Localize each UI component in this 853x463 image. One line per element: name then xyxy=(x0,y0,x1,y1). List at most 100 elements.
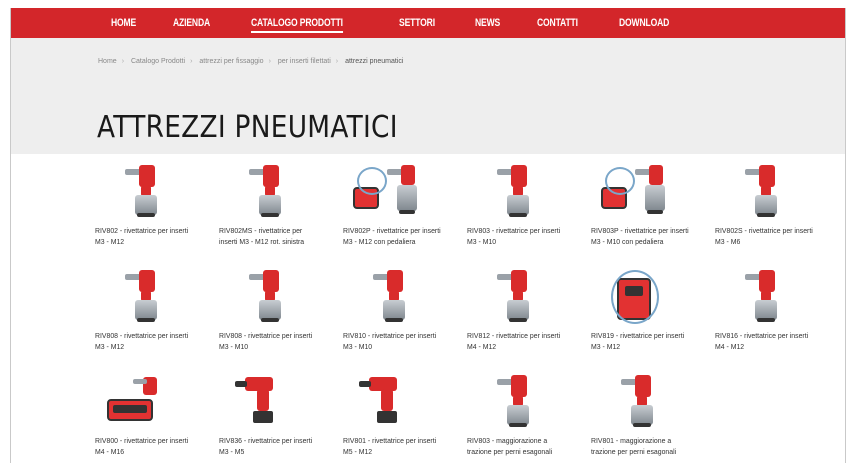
battery-riveter-icon[interactable] xyxy=(347,373,427,431)
pneumatic-riveter-icon[interactable] xyxy=(719,268,799,326)
product-card[interactable]: RIV803P - rivettatrice per inserti M3 - … xyxy=(587,163,699,263)
product-card[interactable]: RIV802MS - rivettatrice per inserti M3 -… xyxy=(215,163,327,263)
battery-riveter-icon[interactable] xyxy=(223,373,303,431)
pneumatic-riveter-icon[interactable] xyxy=(223,163,303,221)
cable-loop xyxy=(611,270,659,324)
breadcrumb-current: attrezzi pneumatici xyxy=(345,58,404,65)
product-card[interactable]: RIV801 - rivettatrice per inserti M5 - M… xyxy=(339,373,451,463)
product-card[interactable]: RIV808 - rivettatrice per inserti M3 - M… xyxy=(215,268,327,368)
pneumatic-riveter-icon[interactable] xyxy=(347,268,427,326)
nav-catalogo-prodotti[interactable]: CATALOGO PRODOTTI xyxy=(250,8,343,38)
product-card[interactable]: RIV801 - maggiorazione a trazione per pe… xyxy=(587,373,699,463)
product-card[interactable]: RIV803 - rivettatrice per inserti M3 - M… xyxy=(463,163,575,263)
pneumatic-riveter-icon[interactable] xyxy=(471,268,551,326)
tool-cylinder xyxy=(135,195,157,215)
tool-foot xyxy=(399,210,415,214)
tool-head xyxy=(139,165,155,187)
pneumatic-riveter-icon[interactable] xyxy=(99,163,179,221)
tool-cylinder xyxy=(631,405,653,425)
product-card[interactable]: RIV819 - rivettatrice per inserti M3 - M… xyxy=(587,268,699,368)
product-caption[interactable]: RIV803 - maggiorazione a trazione per pe… xyxy=(467,435,568,457)
pneumatic-riveter-icon[interactable] xyxy=(223,268,303,326)
product-caption[interactable]: RIV802P - rivettatrice per inserti M3 - … xyxy=(343,225,444,247)
pneumatic-riveter-icon[interactable] xyxy=(99,268,179,326)
tool-head xyxy=(759,270,775,292)
product-card[interactable]: RIV816 - rivettatrice per inserti M4 - M… xyxy=(711,268,823,368)
main-nav: HOME AZIENDA CATALOGO PRODOTTI SETTORI N… xyxy=(11,8,845,38)
nav-contatti[interactable]: CONTATTI xyxy=(537,8,578,38)
riveter-with-pedal-icon[interactable] xyxy=(347,163,427,221)
battery-pack xyxy=(377,411,397,423)
tool-cylinder xyxy=(259,300,281,320)
pneumatic-riveter-icon[interactable] xyxy=(719,163,799,221)
tool-cylinder xyxy=(507,195,529,215)
breadcrumb-fissaggio[interactable]: attrezzi per fissaggio xyxy=(199,58,263,65)
breadcrumb-inserti[interactable]: per inserti filettati xyxy=(278,58,331,65)
product-card[interactable]: RIV810 - rivettatrice per inserti M3 - M… xyxy=(339,268,451,368)
product-card[interactable]: RIV836 - rivettatrice per inserti M3 - M… xyxy=(215,373,327,463)
breadcrumb: Home › Catalogo Prodotti › attrezzi per fi… xyxy=(98,58,408,65)
nav-azienda[interactable]: AZIENDA xyxy=(173,8,210,38)
breadcrumb-separator: › xyxy=(268,58,271,65)
nav-news[interactable]: NEWS xyxy=(475,8,500,38)
product-caption[interactable]: RIV816 - rivettatrice per inserti M4 - M… xyxy=(715,330,816,352)
riveter-with-pedal-icon[interactable] xyxy=(595,163,675,221)
tool-cylinder xyxy=(645,185,665,211)
page-frame: HOME AZIENDA CATALOGO PRODOTTI SETTORI N… xyxy=(10,8,846,463)
tool-foot xyxy=(261,318,279,322)
tool-head xyxy=(759,165,775,187)
product-caption[interactable]: RIV819 - rivettatrice per inserti M3 - M… xyxy=(591,330,692,352)
page-header: Home › Catalogo Prodotti › attrezzi per fi… xyxy=(11,38,845,154)
tool-cylinder xyxy=(507,300,529,320)
product-caption[interactable]: RIV802 - rivettatrice per inserti M3 - M… xyxy=(95,225,196,247)
product-card[interactable]: RIV800 - rivettatrice per inserti M4 - M… xyxy=(91,373,203,463)
product-caption[interactable]: RIV802S - rivettatrice per inserti M3 - … xyxy=(715,225,816,247)
tool-nozzle xyxy=(235,381,247,387)
tool-foot xyxy=(137,213,155,217)
product-caption[interactable]: RIV803 - rivettatrice per inserti M3 - M… xyxy=(467,225,568,247)
tool-head xyxy=(139,270,155,292)
pneumatic-riveter-icon[interactable] xyxy=(471,373,551,431)
breadcrumb-catalogo[interactable]: Catalogo Prodotti xyxy=(131,58,185,65)
product-caption[interactable]: RIV810 - rivettatrice per inserti M3 - M… xyxy=(343,330,444,352)
product-card[interactable]: RIV812 - rivettatrice per inserti M4 - M… xyxy=(463,268,575,368)
breadcrumb-home[interactable]: Home xyxy=(98,58,117,65)
tool-head xyxy=(511,165,527,187)
page-title: ATTREZZI PNEUMATICI xyxy=(97,110,398,145)
tool-foot xyxy=(385,318,403,322)
product-caption[interactable]: RIV801 - rivettatrice per inserti M5 - M… xyxy=(343,435,444,457)
product-caption[interactable]: RIV800 - rivettatrice per inserti M4 - M… xyxy=(95,435,196,457)
product-card[interactable]: RIV802P - rivettatrice per inserti M3 - … xyxy=(339,163,451,263)
tool-foot xyxy=(137,318,155,322)
pneumatic-riveter-icon[interactable] xyxy=(471,163,551,221)
product-caption[interactable]: RIV803P - rivettatrice per inserti M3 - … xyxy=(591,225,692,247)
tool-nozzle xyxy=(359,381,371,387)
tool-foot xyxy=(757,318,775,322)
nav-home[interactable]: HOME xyxy=(111,8,136,38)
product-caption[interactable]: RIV808 - rivettatrice per inserti M3 - M… xyxy=(219,330,320,352)
tool-cylinder xyxy=(383,300,405,320)
product-caption[interactable]: RIV801 - maggiorazione a trazione per pe… xyxy=(591,435,692,457)
tool-cylinder xyxy=(397,185,417,211)
product-caption[interactable]: RIV808 - rivettatrice per inserti M3 - M… xyxy=(95,330,196,352)
product-caption[interactable]: RIV812 - rivettatrice per inserti M4 - M… xyxy=(467,330,568,352)
product-card[interactable]: RIV808 - rivettatrice per inserti M3 - M… xyxy=(91,268,203,368)
tool-foot xyxy=(757,213,775,217)
product-caption[interactable]: RIV802MS - rivettatrice per inserti M3 -… xyxy=(219,225,320,247)
tool-head xyxy=(511,270,527,292)
control-box-riveter-icon[interactable] xyxy=(595,268,675,326)
pneumatic-riveter-icon[interactable] xyxy=(595,373,675,431)
air-hose xyxy=(605,167,635,195)
hydraulic-unit-icon[interactable] xyxy=(99,373,179,431)
tool-head xyxy=(401,165,415,185)
unit-panel xyxy=(113,405,147,413)
nav-settori[interactable]: SETTORI xyxy=(399,8,435,38)
product-card[interactable]: RIV803 - maggiorazione a trazione per pe… xyxy=(463,373,575,463)
product-card[interactable]: RIV802 - rivettatrice per inserti M3 - M… xyxy=(91,163,203,263)
product-card[interactable]: RIV802S - rivettatrice per inserti M3 - … xyxy=(711,163,823,263)
tool-cylinder xyxy=(507,405,529,425)
product-caption[interactable]: RIV836 - rivettatrice per inserti M3 - M… xyxy=(219,435,320,457)
tool-head xyxy=(635,375,651,397)
nav-download[interactable]: DOWNLOAD xyxy=(619,8,669,38)
tool-foot xyxy=(647,210,663,214)
